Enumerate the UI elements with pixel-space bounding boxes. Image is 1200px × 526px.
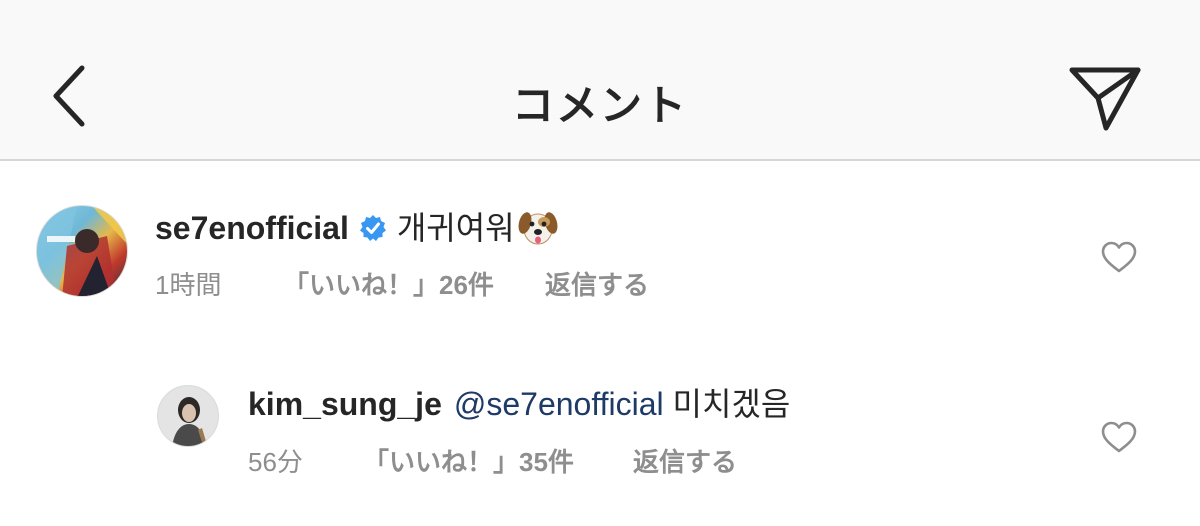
username[interactable]: se7enofficial (155, 210, 349, 246)
heart-icon (1101, 421, 1137, 453)
page-title: コメント (511, 82, 688, 129)
dog-face-icon (518, 212, 558, 245)
comment-line: kim_sung_je @se7enofficial 미치겠음 (248, 384, 790, 424)
like-button[interactable] (1100, 240, 1138, 274)
header-bar: コメント (0, 0, 1200, 161)
comment-meta: 1時間 「いいね！」26件 返信する (155, 270, 649, 300)
comment-time: 1時間 (155, 270, 222, 300)
paper-plane-icon (1069, 67, 1141, 131)
username[interactable]: kim_sung_je (248, 386, 442, 422)
like-button[interactable] (1100, 420, 1138, 454)
likes-count[interactable]: 「いいね！」26件 (283, 270, 545, 300)
avatar[interactable] (157, 385, 219, 447)
send-button[interactable] (1066, 62, 1144, 132)
comment-text: 개귀여워 (396, 210, 515, 246)
heart-icon (1101, 241, 1137, 273)
comment-meta: 56分 「いいね！」35件 返信する (248, 447, 737, 477)
likes-count[interactable]: 「いいね！」35件 (363, 447, 633, 477)
avatar-image (37, 206, 127, 296)
comment-text: 미치겠음 (672, 386, 791, 422)
mention-link[interactable]: @se7enofficial (454, 386, 664, 422)
reply-button[interactable]: 返信する (633, 447, 737, 477)
reply-button[interactable]: 返信する (545, 270, 649, 300)
comment-time: 56分 (248, 447, 303, 477)
avatar-image (158, 386, 218, 446)
verified-badge-icon (359, 215, 386, 241)
comment-line: se7enofficial 개귀여워 (155, 207, 559, 248)
avatar[interactable] (36, 205, 128, 297)
